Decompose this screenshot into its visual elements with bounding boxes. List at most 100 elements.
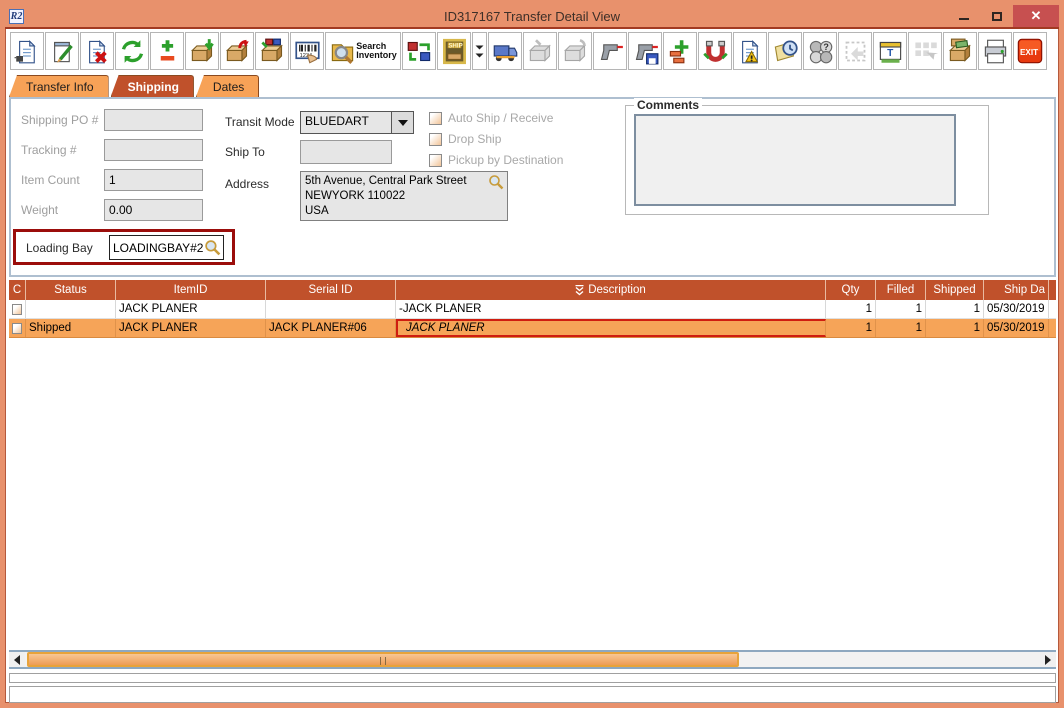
description-cell: -JACK PLANER (396, 300, 826, 318)
toolbar-merge-boxes-button (523, 32, 557, 70)
toolbar-attach-magnet-button[interactable] (698, 32, 732, 70)
toolbar-scan-gun-save-button[interactable] (628, 32, 662, 70)
toolbar-help-spheres-button[interactable]: ? (803, 32, 837, 70)
horizontal-scrollbar[interactable] (9, 650, 1056, 669)
serial-id-cell (266, 300, 396, 318)
toolbar-receive-box-button[interactable] (185, 32, 219, 70)
status-cell (26, 300, 116, 318)
sort-descending-icon (575, 285, 584, 296)
comments-label: Comments (634, 98, 702, 112)
column-header-status[interactable]: Status (26, 280, 116, 300)
toolbar-exit-button[interactable]: EXIT (1013, 32, 1047, 70)
toolbar-ship-options-dropdown-button[interactable] (472, 32, 487, 70)
toolbar-transfer-boxes-button[interactable] (402, 32, 436, 70)
status-strip-2 (9, 686, 1056, 703)
scroll-right-button[interactable] (1040, 652, 1056, 667)
table-row[interactable]: JACK PLANER-JACK PLANER11105/30/2019 0 (9, 300, 1056, 319)
item-id-cell: JACK PLANER (116, 319, 266, 337)
toolbar-new-document-button[interactable] (10, 32, 44, 70)
arrow-right-icon (1045, 655, 1051, 665)
column-header-qty[interactable]: Qty (826, 280, 876, 300)
loading-bay-search-icon[interactable] (204, 239, 221, 261)
auto-ship-receive-checkbox-label: Auto Ship / Receive (448, 111, 553, 125)
search-inventory-label: SearchInventory (356, 42, 397, 61)
column-header-description[interactable]: Description (396, 280, 826, 300)
auto-ship-receive-checkbox[interactable] (429, 112, 442, 125)
minimize-button[interactable] (947, 5, 980, 27)
toolbar-add-line-items-button[interactable] (663, 32, 697, 70)
search-inventory-icon (329, 38, 356, 65)
tracking-input[interactable] (104, 139, 203, 161)
column-header-serial-id[interactable]: Serial ID (266, 280, 396, 300)
toolbar-search-inventory-button[interactable]: SearchInventory (325, 32, 401, 70)
item-count-input[interactable] (104, 169, 203, 191)
schedule-notes-icon (772, 38, 799, 65)
drop-ship-checkbox[interactable] (429, 133, 442, 146)
toolbar-schedule-notes-button[interactable] (768, 32, 802, 70)
column-header-itemid[interactable]: ItemID (116, 280, 266, 300)
shipping-po-label: Shipping PO # (21, 113, 98, 127)
ship-to-input[interactable] (300, 140, 392, 164)
close-button[interactable]: ✕ (1013, 5, 1059, 27)
shipping-form-panel: Shipping PO #Tracking #Item CountWeight … (9, 97, 1056, 277)
split-boxes-icon (562, 38, 589, 65)
edit-notepad-icon (49, 38, 76, 65)
column-header-c[interactable]: C (9, 280, 26, 300)
toolbar-barcode-entry-button[interactable]: 1234 (290, 32, 324, 70)
shipping-po-input[interactable] (104, 109, 203, 131)
table-row[interactable]: ShippedJACK PLANERJACK PLANER#06JACK PLA… (9, 319, 1056, 338)
tab-transfer-info[interactable]: Transfer Info (9, 75, 109, 97)
toolbar-window-template-button[interactable]: T (873, 32, 907, 70)
maximize-button[interactable] (980, 5, 1013, 27)
transit-mode-combo: BLUEDART (300, 111, 414, 134)
toolbar-unship-box-button[interactable] (220, 32, 254, 70)
add-remove-line-icon (154, 38, 181, 65)
toolbar-add-remove-line-button[interactable] (150, 32, 184, 70)
scan-gun-save-icon (632, 38, 659, 65)
pickup-by-destination-checkbox[interactable] (429, 154, 442, 167)
ship-date-cell: 05/30/2019 0 (984, 300, 1049, 318)
toolbar-edit-notepad-button[interactable] (45, 32, 79, 70)
row-checkbox[interactable] (12, 304, 22, 315)
toolbar-paste-region-button (838, 32, 872, 70)
barcode-entry-icon: 1234 (294, 38, 321, 65)
cash-boxes-icon (947, 38, 974, 65)
status-cell: Shipped (26, 319, 116, 337)
column-header-shipped[interactable]: Shipped (926, 280, 984, 300)
scrollbar-thumb[interactable] (27, 652, 739, 667)
scroll-left-button[interactable] (9, 652, 25, 667)
loading-bay-highlight-box: Loading Bay (13, 229, 235, 265)
toolbar-ship-picture-button[interactable]: SHIP (437, 32, 471, 70)
scan-gun-icon (597, 38, 624, 65)
row-checkbox[interactable] (12, 323, 22, 334)
address-box[interactable]: 5th Avenue, Central Park Street NEWYORK … (300, 171, 508, 221)
truck-icon (492, 38, 519, 65)
toolbar-delete-document-button[interactable] (80, 32, 114, 70)
toolbar-truck-button[interactable] (488, 32, 522, 70)
tab-dates[interactable]: Dates (196, 75, 259, 97)
help-spheres-icon: ? (807, 38, 834, 65)
paste-region-icon (842, 38, 869, 65)
toolbar-scan-gun-button[interactable] (593, 32, 627, 70)
transit-mode-dropdown-button[interactable] (392, 111, 414, 134)
item-id-cell: JACK PLANER (116, 300, 266, 318)
line-items-table: CStatusItemIDSerial IDDescriptionQtyFill… (9, 280, 1056, 338)
column-header-ship-da[interactable]: Ship Da (984, 280, 1049, 300)
toolbar-refresh-button[interactable] (115, 32, 149, 70)
transfer-boxes-icon (406, 38, 433, 65)
svg-text:EXIT: EXIT (1020, 48, 1038, 57)
shipped-cell: 1 (926, 300, 984, 318)
drop-ship-checkbox-row: Drop Ship (429, 132, 501, 146)
toolbar-stack-boxes-button[interactable] (255, 32, 289, 70)
transit-mode-value[interactable]: BLUEDART (300, 111, 392, 134)
comments-textarea[interactable] (634, 114, 956, 206)
tab-shipping[interactable]: Shipping (111, 75, 194, 97)
toolbar-cash-boxes-button[interactable] (943, 32, 977, 70)
weight-input[interactable] (104, 199, 203, 221)
description-cell: JACK PLANER (396, 319, 826, 337)
toolbar-alert-document-button[interactable] (733, 32, 767, 70)
address-search-icon[interactable] (488, 174, 504, 195)
toolbar-print-button[interactable] (978, 32, 1012, 70)
column-header-filled[interactable]: Filled (876, 280, 926, 300)
toolbar: 1234 SearchInventory SHIP? T EXIT (6, 29, 1058, 73)
